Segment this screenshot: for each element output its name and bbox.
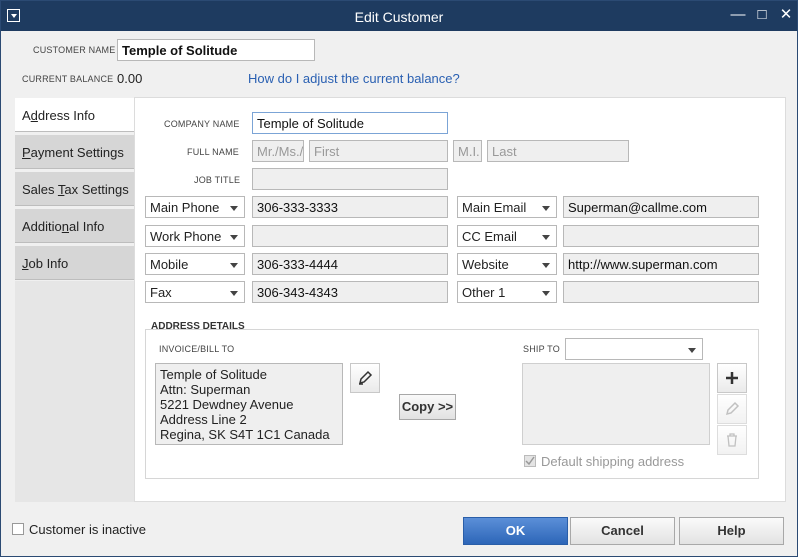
- ship-to-label: SHIP TO: [523, 344, 560, 354]
- contact-type-value: Other 1: [462, 285, 506, 300]
- window-title: Edit Customer: [354, 9, 444, 25]
- customer-name-input[interactable]: Temple of Solitude: [117, 39, 315, 61]
- first-name-input[interactable]: First: [309, 140, 448, 162]
- help-button[interactable]: Help: [679, 517, 784, 545]
- default-shipping-checkbox[interactable]: [524, 455, 536, 467]
- edit-bill-to-button[interactable]: [350, 363, 380, 393]
- chevron-down-icon: [542, 235, 550, 240]
- bill-to-line: Regina, SK S4T 1C1 Canada: [160, 427, 330, 442]
- chevron-down-icon: [542, 263, 550, 268]
- last-name-input[interactable]: Last: [487, 140, 629, 162]
- tab-label: al Info: [68, 219, 105, 234]
- cancel-button[interactable]: Cancel: [570, 517, 675, 545]
- phone-type-select-3[interactable]: Mobile: [145, 253, 245, 275]
- minimize-button[interactable]: —: [729, 6, 747, 24]
- phone-type-value: Work Phone: [150, 229, 222, 244]
- current-balance-value: 0.00: [117, 71, 143, 86]
- bill-to-address[interactable]: Temple of Solitude Attn: Superman 5221 D…: [155, 363, 343, 445]
- tab-additional-info[interactable]: Additional Info: [15, 209, 134, 243]
- company-name-input[interactable]: Temple of Solitude: [252, 112, 448, 134]
- bill-to-label: INVOICE/BILL TO: [159, 344, 235, 354]
- phone-type-select-1[interactable]: Main Phone: [145, 196, 245, 218]
- phone-input-3[interactable]: 306-333-4444: [252, 253, 448, 275]
- contact-type-value: CC Email: [462, 229, 517, 244]
- bill-to-line: Address Line 2: [160, 412, 247, 427]
- title-bar: Edit Customer — □ ✕: [1, 1, 797, 31]
- tab-payment-settings[interactable]: Payment Settings: [15, 135, 134, 169]
- trash-icon: [727, 433, 737, 447]
- contact-type-value: Website: [462, 257, 509, 272]
- phone-input-4[interactable]: 306-343-4343: [252, 281, 448, 303]
- chevron-down-icon: [542, 291, 550, 296]
- chevron-down-icon: [542, 206, 550, 211]
- close-button[interactable]: ✕: [777, 6, 795, 24]
- edit-ship-to-button[interactable]: [717, 394, 747, 424]
- tab-sales-tax-settings[interactable]: Sales Tax Settings: [15, 172, 134, 206]
- tab-label: dress Info: [37, 108, 95, 123]
- tab-label-mnemonic: P: [22, 145, 31, 160]
- default-shipping-label: Default shipping address: [541, 454, 685, 469]
- tab-label-mnemonic: n: [61, 219, 69, 234]
- pencil-icon: [358, 370, 373, 385]
- chevron-down-icon: [230, 235, 238, 240]
- check-icon: [525, 456, 535, 466]
- phone-type-value: Fax: [150, 285, 172, 300]
- contact-type-value: Main Email: [462, 200, 527, 215]
- tab-label: ayment Settings: [30, 145, 124, 160]
- phone-type-value: Main Phone: [150, 200, 220, 215]
- contact-type-select-3[interactable]: Website: [457, 253, 557, 275]
- ship-to-select[interactable]: [565, 338, 703, 360]
- tab-job-info[interactable]: Job Info: [15, 246, 134, 280]
- contact-input-4[interactable]: [563, 281, 759, 303]
- job-title-label: JOB TITLE: [194, 175, 241, 185]
- copy-address-button[interactable]: Copy >>: [399, 394, 456, 420]
- tab-label: ax Settings: [64, 182, 129, 197]
- contact-type-select-4[interactable]: Other 1: [457, 281, 557, 303]
- delete-ship-to-button[interactable]: [717, 425, 747, 455]
- tab-label: ob Info: [28, 256, 69, 271]
- add-ship-to-button[interactable]: [717, 363, 747, 393]
- bill-to-line: 5221 Dewdney Avenue: [160, 397, 294, 412]
- current-balance-label: CURRENT BALANCE: [22, 74, 114, 84]
- edit-customer-window: Edit Customer — □ ✕ CUSTOMER NAME Temple…: [0, 0, 798, 557]
- plus-icon: [726, 372, 738, 384]
- customer-name-label: CUSTOMER NAME: [33, 45, 116, 55]
- company-name-label: COMPANY NAME: [164, 119, 240, 129]
- chevron-down-icon: [230, 206, 238, 211]
- contact-type-select-1[interactable]: Main Email: [457, 196, 557, 218]
- bill-to-line: Temple of Solitude: [160, 367, 267, 382]
- tab-address-info[interactable]: Address Info: [15, 98, 134, 132]
- pencil-icon: [725, 401, 740, 416]
- contact-type-select-2[interactable]: CC Email: [457, 225, 557, 247]
- contact-input-2[interactable]: [563, 225, 759, 247]
- phone-type-select-4[interactable]: Fax: [145, 281, 245, 303]
- full-name-label: FULL NAME: [187, 147, 239, 157]
- chevron-down-icon: [230, 291, 238, 296]
- job-title-input[interactable]: [252, 168, 448, 190]
- tab-label: Sales: [22, 182, 58, 197]
- chevron-down-icon: [230, 263, 238, 268]
- bill-to-line: Attn: Superman: [160, 382, 251, 397]
- phone-input-1[interactable]: 306-333-3333: [252, 196, 448, 218]
- tab-label-mnemonic: d: [30, 108, 38, 123]
- tab-label: A: [22, 108, 31, 123]
- contact-input-1[interactable]: Superman@callme.com: [563, 196, 759, 218]
- name-title-input[interactable]: Mr./Ms./...: [252, 140, 304, 162]
- middle-initial-input[interactable]: M.I.: [453, 140, 482, 162]
- ship-to-address[interactable]: [522, 363, 710, 445]
- phone-type-select-2[interactable]: Work Phone: [145, 225, 245, 247]
- ok-button[interactable]: OK: [463, 517, 568, 545]
- customer-inactive-checkbox[interactable]: [12, 523, 24, 535]
- chevron-down-icon: [688, 348, 696, 353]
- adjust-balance-link[interactable]: How do I adjust the current balance?: [248, 71, 460, 86]
- phone-input-2[interactable]: [252, 225, 448, 247]
- customer-inactive-label: Customer is inactive: [29, 522, 147, 537]
- phone-type-value: Mobile: [150, 257, 189, 272]
- contact-input-3[interactable]: http://www.superman.com: [563, 253, 759, 275]
- maximize-button[interactable]: □: [753, 6, 771, 24]
- tab-label: Additio: [22, 219, 62, 234]
- tab-strip-filler: [15, 281, 134, 502]
